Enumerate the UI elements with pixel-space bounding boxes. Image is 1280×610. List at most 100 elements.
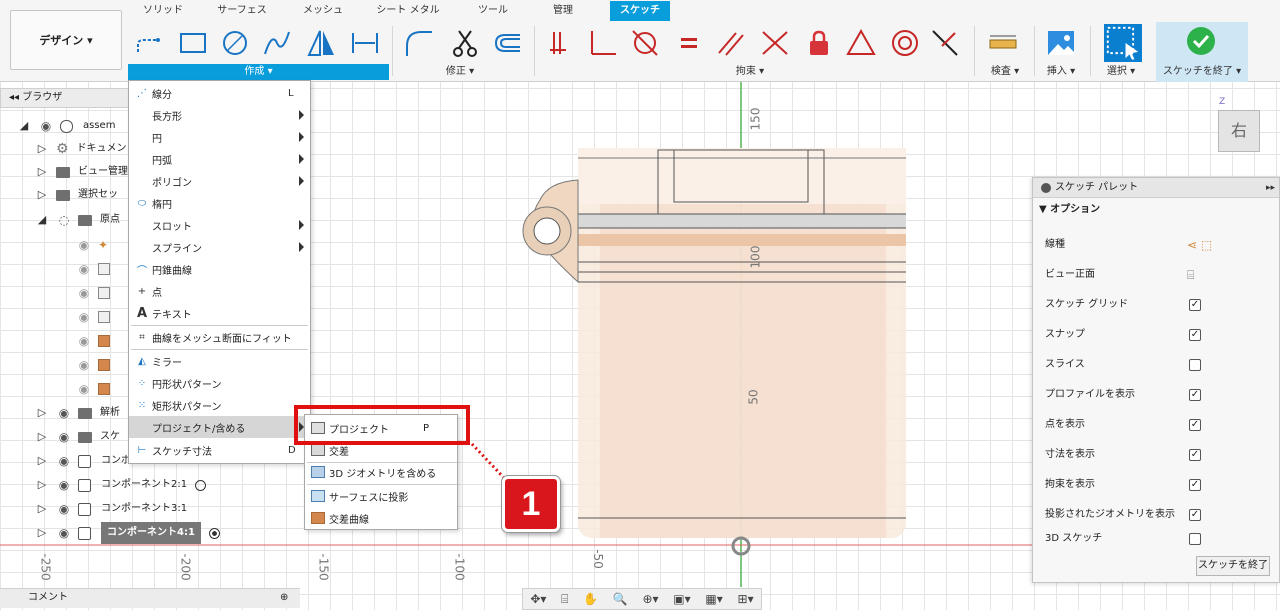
menu-item-line[interactable]: ⋰ 線分 L: [129, 82, 310, 104]
fix-lock-icon[interactable]: [804, 28, 834, 58]
menu-item-rectangular-pattern[interactable]: ⁙ 矩形状パターン: [129, 394, 310, 416]
menu-item-spline[interactable]: スプライン: [129, 236, 310, 258]
spline-tool-icon[interactable]: [262, 28, 292, 58]
circle-tool-icon[interactable]: [220, 28, 250, 58]
palette-header[interactable]: スケッチ パレット ▸▸: [1033, 178, 1279, 198]
pan-hand-icon[interactable]: ✋: [583, 592, 598, 606]
menu-item-project-to-surface[interactable]: サーフェスに投影: [305, 485, 457, 507]
menu-item-fit-curve-to-mesh[interactable]: ⌗ 曲線をメッシュ断面にフィット: [129, 326, 310, 348]
show-points-checkbox[interactable]: ✓: [1189, 419, 1201, 431]
menu-item-sketch-dimension[interactable]: ⊢ スケッチ寸法 D: [129, 439, 310, 461]
snap-checkbox[interactable]: ✓: [1189, 329, 1201, 341]
rectangle-tool-icon[interactable]: [178, 28, 208, 58]
tab-mesh[interactable]: メッシュ: [290, 1, 356, 21]
sketch-grid-checkbox[interactable]: ✓: [1189, 299, 1201, 311]
select-menu-button[interactable]: 選択 ▾: [1094, 64, 1148, 80]
collinear-constraint-icon[interactable]: [760, 28, 790, 58]
menu-item-circular-pattern[interactable]: ⁘ 円形状パターン: [129, 372, 310, 394]
comments-bar[interactable]: コメント ⊕: [0, 588, 300, 608]
origin-plane[interactable]: ◉: [76, 378, 110, 400]
perpendicular-constraint-icon[interactable]: [588, 28, 618, 58]
dimension-tool-icon[interactable]: [350, 28, 380, 58]
select-tool-icon[interactable]: [1104, 24, 1142, 62]
insert-image-icon[interactable]: [1046, 28, 1076, 58]
grid-settings-icon[interactable]: ▦▾: [705, 592, 722, 606]
origin-point[interactable]: ◉ ✦: [76, 234, 108, 256]
tab-surface[interactable]: サーフェス: [206, 1, 278, 21]
origin-axis[interactable]: ◉: [76, 306, 110, 328]
modify-menu-button[interactable]: 修正 ▾: [400, 64, 520, 80]
orbit-icon[interactable]: ✥▾: [530, 592, 546, 606]
display-settings-icon[interactable]: ▣▾: [673, 592, 690, 606]
activate-radio[interactable]: [195, 479, 207, 491]
tangent-constraint-icon[interactable]: [630, 28, 660, 58]
menu-item-text[interactable]: A テキスト: [129, 302, 310, 324]
browser-item-component-2[interactable]: ▷ ◉ コンポーネント2:1: [36, 474, 207, 496]
browser-item-selection-sets[interactable]: ▷ 選択セッ: [36, 184, 118, 206]
menu-item-point[interactable]: + 点: [129, 280, 310, 302]
menu-item-circle[interactable]: 円: [129, 126, 310, 148]
menu-item-conic[interactable]: ⌒ 円錐曲線: [129, 258, 310, 280]
tab-solid[interactable]: ソリッド: [130, 1, 196, 21]
slice-checkbox[interactable]: [1189, 359, 1201, 371]
coincident-constraint-icon[interactable]: [546, 28, 576, 58]
tab-tools[interactable]: ツール: [460, 1, 526, 21]
mirror-tool-icon[interactable]: [306, 28, 336, 58]
3d-sketch-checkbox[interactable]: [1189, 533, 1201, 545]
show-dimensions-checkbox[interactable]: ✓: [1189, 449, 1201, 461]
menu-item-polygon[interactable]: ポリゴン: [129, 170, 310, 192]
concentric-constraint-icon[interactable]: [890, 28, 920, 58]
trim-scissors-icon[interactable]: [450, 28, 480, 58]
browser-item-component-4[interactable]: ▷ ◉ コンポーネント4:1: [36, 522, 220, 544]
create-menu-button[interactable]: 作成 ▾: [128, 64, 389, 80]
origin-plane[interactable]: ◉: [76, 330, 110, 352]
palette-finish-sketch-button[interactable]: スケッチを終了: [1196, 556, 1270, 576]
measure-ruler-icon[interactable]: [988, 28, 1018, 58]
offset-tool-icon[interactable]: [492, 28, 522, 58]
finish-sketch-check-icon[interactable]: [1186, 26, 1216, 56]
origin-axis[interactable]: ◉: [76, 282, 110, 304]
browser-item-document-settings[interactable]: ▷ ⚙ ドキュメン: [36, 138, 127, 160]
tab-manage[interactable]: 管理: [530, 1, 596, 21]
menu-item-project-include[interactable]: プロジェクト/含める: [129, 416, 310, 438]
menu-item-rectangle[interactable]: 長方形: [129, 104, 310, 126]
viewcube[interactable]: 右: [1218, 110, 1260, 152]
finish-sketch-menu-button[interactable]: スケッチを終了 ▾: [1156, 64, 1248, 80]
browser-item-analysis[interactable]: ▷ ◉ 解析: [36, 402, 120, 424]
fillet-tool-icon[interactable]: [404, 28, 434, 58]
menu-item-include-3d-geometry[interactable]: 3D ジオメトリを含める: [305, 461, 457, 483]
equal-constraint-icon[interactable]: [674, 28, 704, 58]
symmetry-constraint-icon[interactable]: [930, 28, 960, 58]
show-projected-geometry-checkbox[interactable]: ✓: [1189, 509, 1201, 521]
origin-axis[interactable]: ◉: [76, 258, 110, 280]
insert-menu-button[interactable]: 挿入 ▾: [1036, 64, 1086, 80]
tab-sketch[interactable]: スケッチ: [610, 1, 670, 21]
menu-item-slot[interactable]: スロット: [129, 214, 310, 236]
line-tool-icon[interactable]: [134, 28, 164, 58]
show-constraints-checkbox[interactable]: ✓: [1189, 479, 1201, 491]
browser-item-sketches[interactable]: ▷ ◉ スケ: [36, 426, 120, 448]
menu-item-ellipse[interactable]: ⬭ 楕円: [129, 192, 310, 214]
menu-item-arc[interactable]: 円弧: [129, 148, 310, 170]
constraints-menu-button[interactable]: 拘束 ▾: [540, 64, 960, 80]
zoom-window-icon[interactable]: ⊕▾: [642, 592, 658, 606]
look-at-icon[interactable]: ⌸: [561, 592, 568, 607]
browser-item-assembly[interactable]: ◢ ◉ assem: [18, 115, 116, 137]
linetype-icon[interactable]: ⋖ ⬚: [1187, 230, 1212, 260]
origin-plane[interactable]: ◉: [76, 354, 110, 376]
browser-header[interactable]: ◂◂ ブラウザ: [0, 88, 140, 108]
look-at-icon[interactable]: ⌸: [1187, 260, 1194, 290]
collapse-icon[interactable]: ◂◂: [9, 92, 22, 103]
viewports-icon[interactable]: ⊞▾: [738, 592, 754, 606]
inspect-menu-button[interactable]: 検査 ▾: [980, 64, 1030, 80]
workspace-dropdown[interactable]: デザイン ▾: [10, 10, 122, 70]
menu-item-mirror[interactable]: ◭ ミラー: [129, 350, 310, 372]
browser-item-named-views[interactable]: ▷ ビュー管理: [36, 161, 128, 183]
menu-item-intersection-curve[interactable]: 交差曲線: [305, 507, 457, 529]
zoom-icon[interactable]: 🔍: [613, 592, 628, 606]
activate-radio[interactable]: [208, 527, 220, 539]
tab-sheet-metal[interactable]: シート メタル: [368, 1, 448, 21]
show-profile-checkbox[interactable]: ✓: [1189, 389, 1201, 401]
midpoint-constraint-icon[interactable]: [846, 28, 876, 58]
browser-item-component-3[interactable]: ▷ ◉ コンポーネント3:1: [36, 498, 187, 520]
